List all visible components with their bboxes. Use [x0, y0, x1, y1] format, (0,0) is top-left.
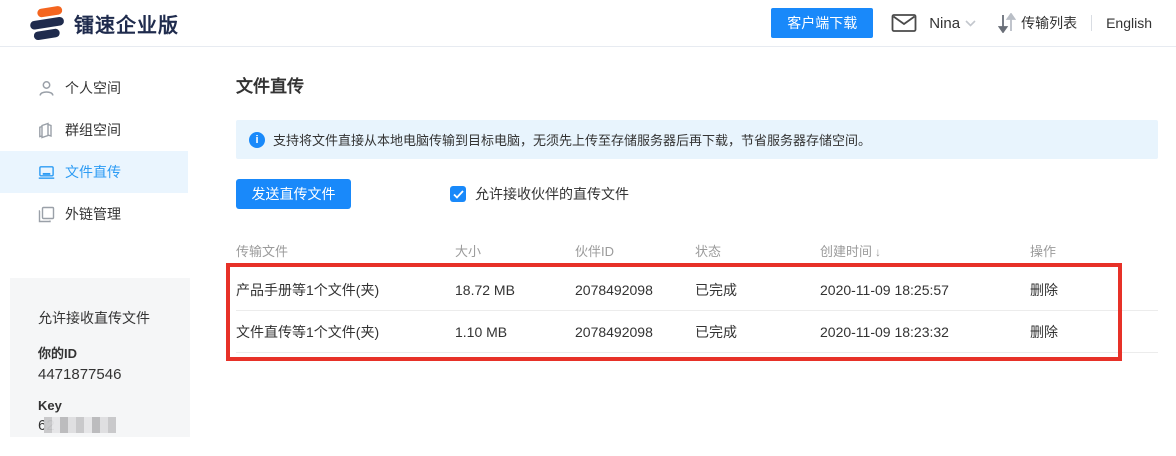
cell-file-name: 文件直传等1个文件(夹)	[236, 323, 380, 340]
transfer-list-label: 传输列表	[1021, 15, 1078, 31]
checkbox-checked[interactable]	[450, 186, 466, 202]
info-banner: i 支持将文件直接从本地电脑传输到目标电脑，无须先上传至存储服务器后再下载，节省…	[236, 120, 1158, 159]
sidebar: 个人空间 群组空间 文件直传 外链管理 允许接收直传文件 你的ID 447187…	[0, 47, 190, 456]
cell-created: 2020-11-09 18:25:57	[820, 281, 949, 298]
info-banner-text: 支持将文件直接从本地电脑传输到目标电脑，无须先上传至存储服务器后再下载，节省服务…	[273, 133, 872, 148]
delete-link[interactable]: 删除	[1030, 280, 1158, 300]
delete-link[interactable]: 删除	[1030, 322, 1158, 342]
sidebar-item-file-direct-transfer[interactable]: 文件直传	[0, 151, 188, 193]
cell-partner-id: 2078492098	[575, 281, 653, 298]
cell-size: 1.10 MB	[455, 323, 508, 340]
group-space-icon	[38, 122, 55, 139]
your-id-label: 你的ID	[38, 346, 78, 361]
send-direct-file-button[interactable]: 发送直传文件	[236, 179, 351, 209]
monitor-icon	[38, 164, 55, 181]
column-header-action: 操作	[1030, 244, 1057, 259]
table-row: 文件直传等1个文件(夹) 1.10 MB 2078492098 已完成 2020…	[236, 311, 1158, 353]
user-icon	[38, 80, 55, 97]
raysync-logo-icon	[28, 5, 66, 41]
header-actions: 客户端下载 Nina 传输列表 English	[771, 8, 1152, 38]
cell-partner-id: 2078492098	[575, 323, 653, 340]
user-menu[interactable]: Nina	[929, 15, 976, 32]
sidebar-item-group-space[interactable]: 群组空间	[0, 109, 188, 151]
brand[interactable]: 镭速企业版	[28, 5, 179, 41]
key-label: Key	[38, 398, 62, 413]
mail-icon[interactable]	[891, 13, 917, 33]
chevron-down-icon	[965, 19, 976, 27]
column-header-size: 大小	[455, 244, 482, 259]
sidebar-item-label: 文件直传	[65, 164, 121, 180]
transfer-arrows-icon	[998, 13, 1017, 33]
sort-descending-icon: ↓	[875, 245, 882, 259]
controls-row: 发送直传文件 允许接收伙伴的直传文件	[236, 179, 1158, 209]
receive-info-panel: 允许接收直传文件 你的ID 4471877546 Key 62	[10, 278, 190, 437]
cell-created: 2020-11-09 18:23:32	[820, 323, 949, 340]
page-title: 文件直传	[236, 77, 304, 96]
key-value-blurred: 62	[38, 417, 148, 434]
check-icon	[452, 189, 464, 199]
column-header-status: 状态	[695, 244, 722, 259]
allow-receive-checkbox-group[interactable]: 允许接收伙伴的直传文件	[450, 184, 629, 204]
allow-receive-checkbox-label: 允许接收伙伴的直传文件	[475, 186, 629, 202]
column-header-file: 传输文件	[236, 244, 289, 259]
sidebar-item-personal-space[interactable]: 个人空间	[0, 67, 188, 109]
brand-title: 镭速企业版	[74, 14, 179, 37]
client-download-button[interactable]: 客户端下载	[771, 8, 874, 38]
table-row: 产品手册等1个文件(夹) 18.72 MB 2078492098 已完成 202…	[236, 269, 1158, 311]
table-header-row: 传输文件 大小 伙伴ID 状态 创建时间 ↓ 操作	[236, 232, 1158, 269]
sidebar-item-external-link-manage[interactable]: 外链管理	[0, 193, 188, 235]
sidebar-item-label: 外链管理	[65, 206, 121, 222]
header-divider	[1091, 15, 1093, 31]
your-id-value: 4471877546	[38, 366, 122, 383]
transfer-table: 传输文件 大小 伙伴ID 状态 创建时间 ↓ 操作 产品手册等1个文件(夹) 18…	[236, 232, 1158, 353]
main-content: 文件直传 i 支持将文件直接从本地电脑传输到目标电脑，无须先上传至存储服务器后再…	[236, 47, 1158, 456]
cell-size: 18.72 MB	[455, 281, 515, 298]
transfer-list-button[interactable]: 传输列表	[998, 13, 1077, 33]
receive-panel-title: 允许接收直传文件	[38, 310, 150, 326]
sidebar-item-label: 个人空间	[65, 80, 121, 96]
column-header-partner-id: 伙伴ID	[575, 244, 615, 259]
info-icon: i	[249, 131, 265, 148]
top-header: 镭速企业版 客户端下载 Nina 传输列表 English	[0, 0, 1176, 47]
cell-status: 已完成	[695, 323, 737, 340]
column-header-created[interactable]: 创建时间 ↓	[820, 241, 1030, 260]
sidebar-item-label: 群组空间	[65, 122, 121, 138]
username: Nina	[929, 14, 961, 32]
pixelation-blur-overlay	[44, 417, 116, 433]
cell-status: 已完成	[695, 281, 737, 298]
cell-file-name: 产品手册等1个文件(夹)	[236, 281, 380, 298]
app-window: 镭速企业版 客户端下载 Nina 传输列表 English 个人空间 群组空间 …	[0, 0, 1176, 456]
sidebar-nav: 个人空间 群组空间 文件直传 外链管理	[0, 47, 188, 235]
link-manage-icon	[38, 206, 55, 223]
language-switch[interactable]: English	[1106, 15, 1152, 31]
